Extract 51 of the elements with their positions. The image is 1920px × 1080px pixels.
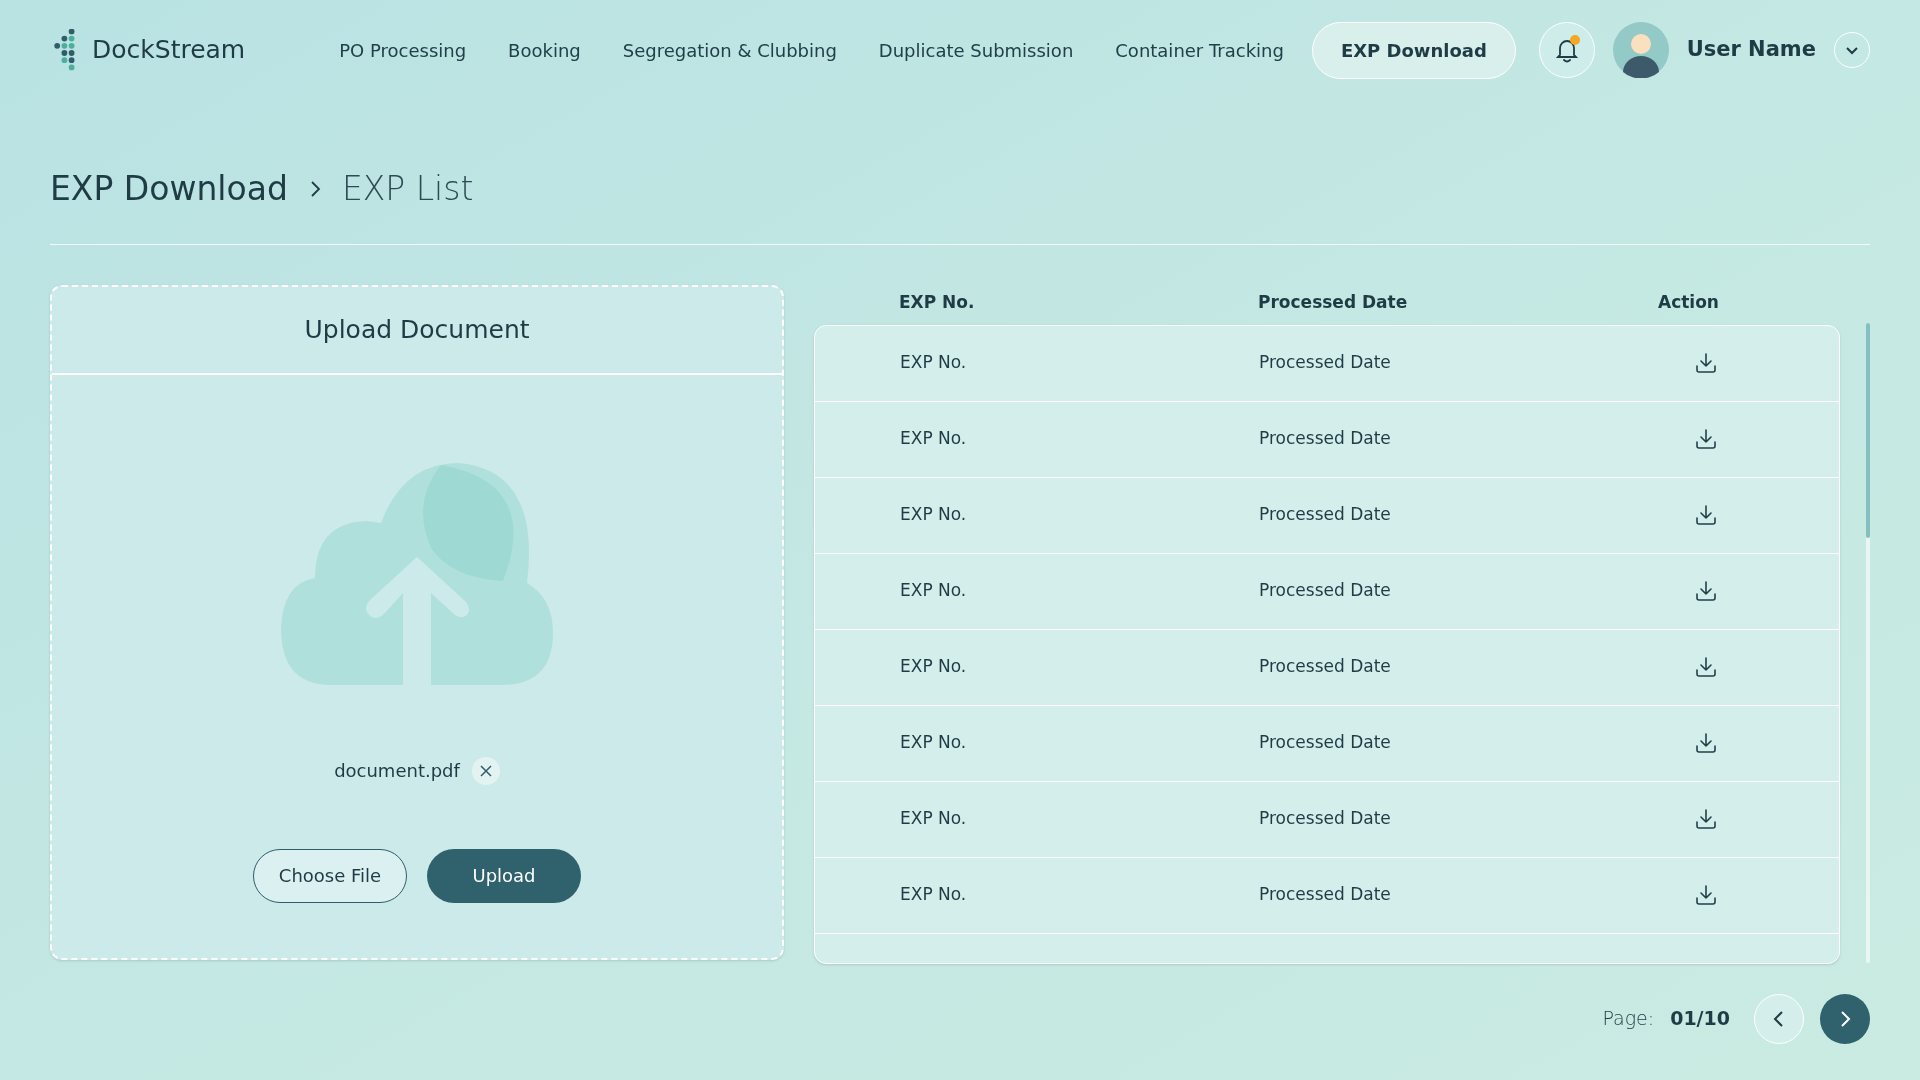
next-page-button[interactable]: [1820, 993, 1870, 1044]
page-label: Page:: [1602, 1006, 1655, 1032]
table-cell-text: EXP No.: [900, 655, 968, 679]
table-cell-text: EXP No.: [900, 427, 968, 451]
scrollbar-thumb[interactable]: [1866, 322, 1870, 538]
download-icon[interactable]: [1694, 579, 1718, 603]
download-icon[interactable]: [1694, 883, 1718, 907]
nav-tab[interactable]: Booking: [494, 22, 595, 78]
nav-tab[interactable]: Duplicate Submission: [864, 22, 1088, 78]
nav-tab[interactable]: Segregation & Clubbing: [608, 22, 851, 78]
download-icon[interactable]: [1694, 503, 1718, 527]
breadcrumb-current: EXP List: [341, 168, 474, 210]
upload-button[interactable]: Upload: [427, 848, 581, 903]
table-cell-text: Processed Date: [1259, 883, 1392, 907]
choose-file-button[interactable]: Choose File: [253, 848, 407, 903]
table-cell-text: Processed Date: [1259, 503, 1392, 527]
table-cell-text: Processed Date: [1259, 427, 1392, 451]
nav-tab[interactable]: Container Tracking: [1101, 22, 1298, 78]
cloud-upload-icon: [281, 462, 553, 685]
download-icon[interactable]: [1694, 427, 1718, 451]
nav-tab[interactable]: PO Processing: [325, 22, 481, 78]
avatar-icon: [1612, 22, 1669, 78]
table-cell-text: EXP No.: [900, 883, 968, 907]
table-cell-text: Processed Date: [1259, 731, 1392, 755]
table-cell-text: EXP No.: [900, 351, 968, 375]
remove-file-button[interactable]: [471, 756, 500, 785]
column-header: Processed Date: [1258, 290, 1409, 314]
chevron-left-icon: [1772, 1008, 1786, 1029]
breadcrumb-link[interactable]: EXP Download: [50, 164, 288, 214]
table-cell-text: Processed Date: [1259, 351, 1392, 375]
download-icon[interactable]: [1694, 351, 1718, 375]
table-cell-text: Processed Date: [1259, 579, 1392, 603]
table-cell-text: Processed Date: [1259, 807, 1392, 831]
brand-name: DockStream: [92, 34, 246, 67]
file-name: document.pdf: [334, 759, 460, 783]
chevron-right-icon: [1838, 1008, 1852, 1029]
page-number: 01/10: [1670, 1006, 1730, 1032]
column-header: Action: [1658, 290, 1719, 314]
table-cell-text: Processed Date: [1259, 655, 1392, 679]
table-cell-text: EXP No.: [900, 731, 968, 755]
download-icon[interactable]: [1694, 655, 1718, 679]
download-icon[interactable]: [1694, 807, 1718, 831]
upload-title: Upload Document: [304, 313, 530, 346]
column-header: EXP No.: [899, 290, 976, 314]
table-cell-text: EXP No.: [900, 807, 968, 831]
table-cell-text: EXP No.: [900, 579, 968, 603]
user-name: User Name: [1686, 36, 1816, 64]
close-icon: [479, 764, 492, 777]
table-cell-text: EXP No.: [900, 503, 968, 527]
download-icon[interactable]: [1694, 731, 1718, 755]
nav-tab[interactable]: EXP Download: [1311, 21, 1516, 79]
